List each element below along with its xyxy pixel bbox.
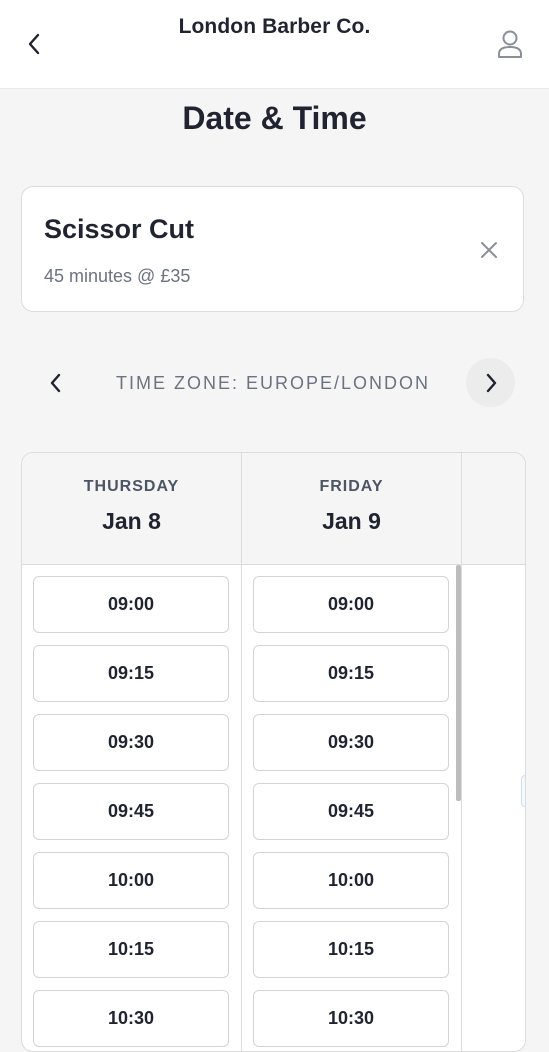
time-slot-button[interactable]: 10:00: [33, 852, 229, 909]
chevron-right-icon: [486, 373, 496, 392]
time-slot-button[interactable]: 09:15: [33, 645, 229, 702]
chevron-left-icon: [50, 373, 61, 393]
top-bar: London Barber Co.: [0, 0, 549, 89]
day-column: THURSDAY Jan 8 09:00 09:15 09:30 09:45 1…: [22, 453, 242, 1051]
time-slot-button[interactable]: 10:30: [253, 990, 449, 1047]
day-column-partial: [462, 453, 525, 1051]
service-name: Scissor Cut: [44, 214, 195, 244]
timezone-navigator: TIME ZONE: EUROPE/LONDON: [0, 355, 549, 411]
scrollbar-thumb[interactable]: [456, 565, 461, 801]
time-slot-button[interactable]: 10:15: [33, 921, 229, 978]
user-icon: [498, 30, 522, 58]
selected-service-card: Scissor Cut 45 minutes @ £35: [21, 186, 524, 312]
timezone-label: TIME ZONE: EUROPE/LONDON: [115, 373, 431, 393]
day-date: Jan 9: [322, 508, 381, 534]
time-slot-button-partial[interactable]: [521, 775, 525, 807]
time-slot-list: 09:00 09:15 09:30 09:45 10:00 10:15 10:3…: [22, 565, 241, 1047]
previous-days-button[interactable]: [36, 363, 76, 403]
brand-name: London Barber Co.: [178, 15, 371, 38]
day-header: FRIDAY Jan 9: [242, 453, 461, 565]
day-header: [462, 453, 525, 565]
time-slot-button[interactable]: 09:15: [253, 645, 449, 702]
time-slot-button[interactable]: 10:15: [253, 921, 449, 978]
remove-service-button[interactable]: [474, 235, 504, 265]
day-column: FRIDAY Jan 9 09:00 09:15 09:30 09:45 10:…: [242, 453, 462, 1051]
day-name: THURSDAY: [83, 478, 180, 495]
day-date: Jan 8: [102, 508, 161, 534]
day-name: FRIDAY: [319, 478, 384, 495]
availability-calendar: THURSDAY Jan 8 09:00 09:15 09:30 09:45 1…: [21, 452, 526, 1052]
service-duration-price: 45 minutes @ £35: [44, 266, 191, 286]
time-slot-button[interactable]: 09:00: [253, 576, 449, 633]
time-slot-button[interactable]: 09:30: [253, 714, 449, 771]
profile-button[interactable]: [494, 27, 526, 61]
time-slot-button[interactable]: 09:45: [253, 783, 449, 840]
time-slot-button[interactable]: 09:00: [33, 576, 229, 633]
time-slot-button[interactable]: 09:45: [33, 783, 229, 840]
time-slot-button[interactable]: 10:30: [33, 990, 229, 1047]
time-slot-list: 09:00 09:15 09:30 09:45 10:00 10:15 10:3…: [242, 565, 461, 1047]
page-title: Date & Time: [182, 100, 367, 136]
close-icon: [481, 242, 497, 258]
day-header: THURSDAY Jan 8: [22, 453, 241, 565]
time-slot-button[interactable]: 10:00: [253, 852, 449, 909]
time-slot-button[interactable]: 09:30: [33, 714, 229, 771]
next-days-button[interactable]: [466, 358, 515, 407]
